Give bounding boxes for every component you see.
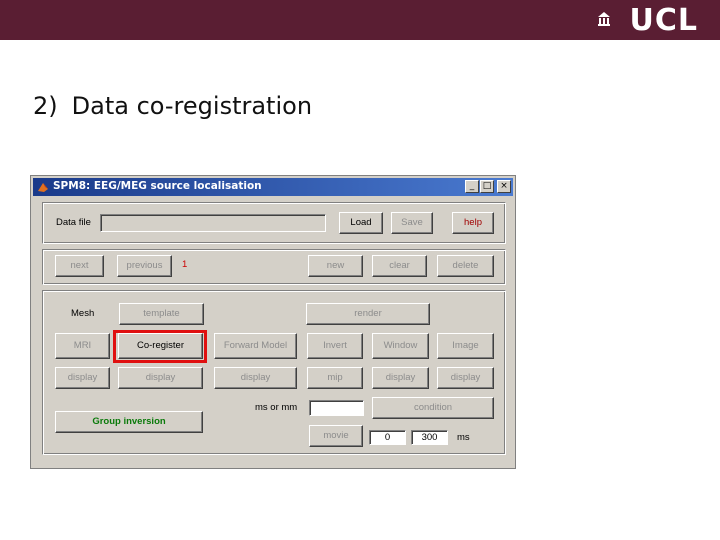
window-button[interactable]: Window xyxy=(372,333,429,359)
mip-button[interactable]: mip xyxy=(307,367,363,389)
template-button[interactable]: template xyxy=(119,303,204,325)
header-bar xyxy=(0,0,720,40)
slide-title-text: Data co-registration xyxy=(71,92,313,120)
movie-end-input[interactable]: 300 xyxy=(411,430,448,445)
maximize-button[interactable]: □ xyxy=(480,180,494,193)
slide-number: 2) xyxy=(33,92,58,120)
clear-button[interactable]: clear xyxy=(372,255,427,277)
group-inversion-button[interactable]: Group inversion xyxy=(55,411,203,433)
window-title: SPM8: EEG/MEG source localisation xyxy=(53,180,262,192)
next-button[interactable]: next xyxy=(55,255,104,277)
window-display-button[interactable]: display xyxy=(372,367,429,389)
mri-display-button[interactable]: display xyxy=(55,367,110,389)
data-file-label: Data file xyxy=(56,217,91,228)
window-titlebar[interactable]: SPM8: EEG/MEG source localisation _ □ × xyxy=(33,178,513,196)
ucl-logo: UCL xyxy=(629,3,698,38)
minimize-button[interactable]: _ xyxy=(465,180,479,193)
image-display-button[interactable]: display xyxy=(437,367,494,389)
coregister-highlight-box xyxy=(113,330,207,363)
ms-unit-label: ms xyxy=(457,432,470,443)
save-button[interactable]: Save xyxy=(391,212,433,234)
movie-start-input[interactable]: 0 xyxy=(369,430,406,445)
new-button[interactable]: new xyxy=(308,255,363,277)
close-button[interactable]: × xyxy=(497,180,511,193)
render-button[interactable]: render xyxy=(306,303,430,325)
ms-or-mm-label: ms or mm xyxy=(255,402,298,413)
previous-button[interactable]: previous xyxy=(117,255,172,277)
ucl-portico-icon xyxy=(598,12,610,26)
delete-button[interactable]: delete xyxy=(437,255,494,277)
forward-model-display-button[interactable]: display xyxy=(214,367,297,389)
image-button[interactable]: Image xyxy=(437,333,494,359)
load-button[interactable]: Load xyxy=(339,212,383,234)
invert-button[interactable]: Invert xyxy=(307,333,363,359)
mesh-label: Mesh xyxy=(71,308,95,319)
coregister-display-button[interactable]: display xyxy=(118,367,203,389)
movie-button[interactable]: movie xyxy=(309,425,363,447)
condition-button[interactable]: condition xyxy=(372,397,494,419)
forward-model-button[interactable]: Forward Model xyxy=(214,333,297,359)
matlab-icon xyxy=(38,183,48,192)
mri-button[interactable]: MRI xyxy=(55,333,110,359)
item-index: 1 xyxy=(182,259,188,270)
ms-or-mm-input[interactable] xyxy=(309,400,364,416)
data-file-field[interactable] xyxy=(100,214,326,232)
slide-title: 2) Data co-registration xyxy=(33,92,312,120)
help-button[interactable]: help xyxy=(452,212,494,234)
